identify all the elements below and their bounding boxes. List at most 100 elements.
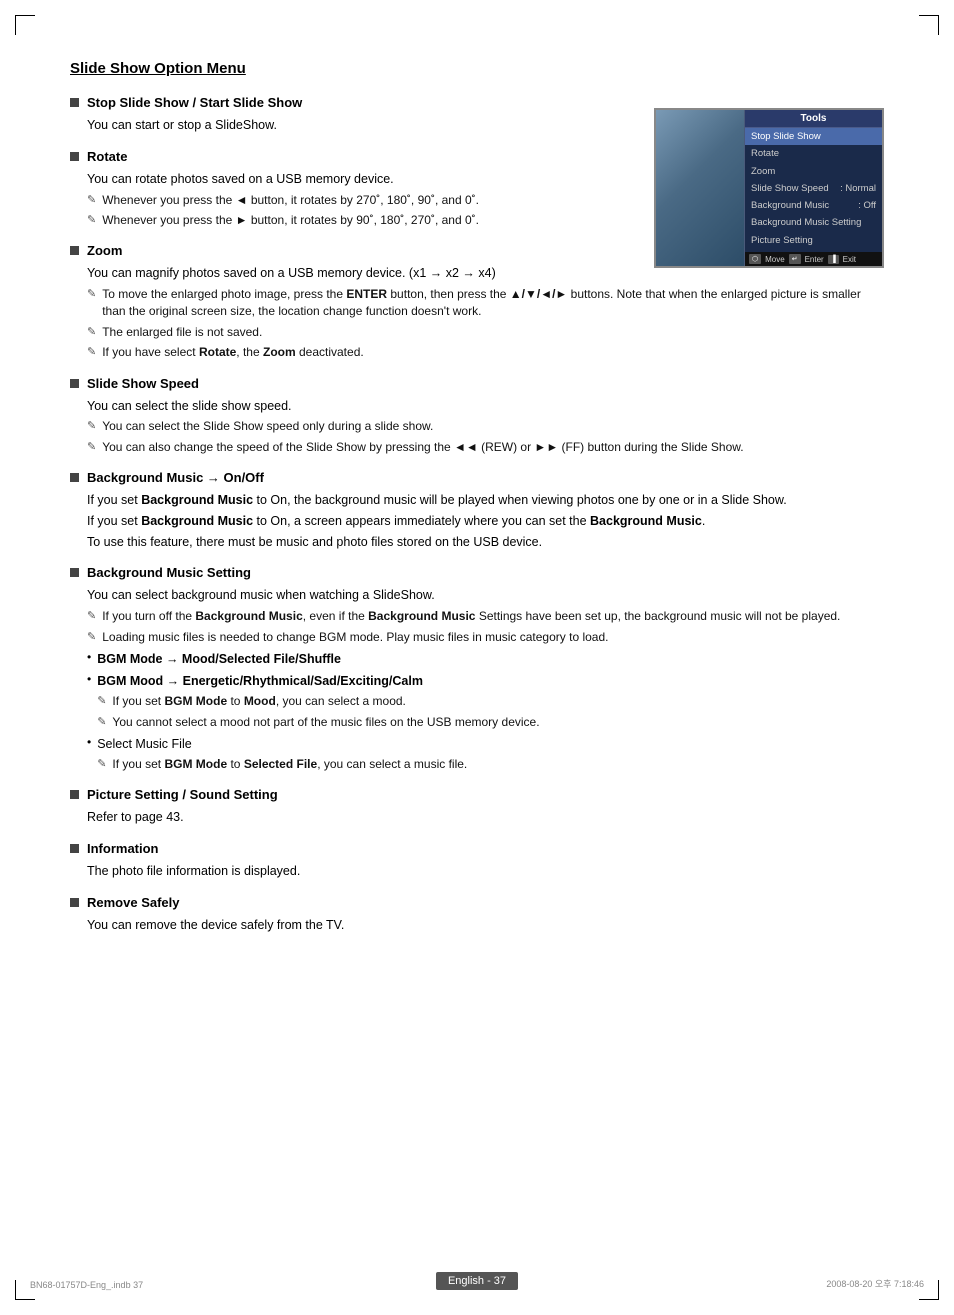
note-icon: ✎ xyxy=(87,213,96,226)
note-item: ✎ If you have select Rotate, the Zoom dea… xyxy=(87,344,884,361)
bullet-main-text: BGM Mood → Energetic/Rhythmical/Sad/Exci… xyxy=(97,674,423,688)
menu-item-desc: To use this feature, there must be music… xyxy=(87,533,884,552)
corner-mark-tl xyxy=(15,15,35,35)
menu-item-slide-show-speed: Slide Show Speed You can select the slide… xyxy=(70,376,884,457)
menu-item-header: Remove Safely xyxy=(70,895,884,910)
menu-item-header: Slide Show Speed xyxy=(70,376,884,391)
menu-item-remove-safely: Remove Safely You can remove the device s… xyxy=(70,895,884,935)
page-number: English - 37 xyxy=(436,1272,518,1290)
note-text: If you turn off the Background Music, ev… xyxy=(102,608,840,625)
note-text: The enlarged file is not saved. xyxy=(102,324,262,341)
menu-item-title: Remove Safely xyxy=(87,895,180,910)
note-icon: ✎ xyxy=(87,630,96,643)
menu-item-background-music-setting: Background Music Setting You can select b… xyxy=(70,565,884,773)
bullet-dot-item: • BGM Mode → Mood/Selected File/Shuffle xyxy=(87,650,884,668)
tools-panel-title: Tools xyxy=(745,110,882,128)
sub-note-item: ✎ If you set BGM Mode to Mood, you can se… xyxy=(97,693,539,710)
bullet-main-text: Select Music File xyxy=(97,737,191,751)
menu-item-desc: You can select background music when wat… xyxy=(87,586,884,605)
bullet-dot-mark: • xyxy=(87,672,91,686)
menu-item-desc: If you set Background Music to On, the b… xyxy=(87,491,884,510)
bullet-square-icon xyxy=(70,473,79,482)
note-text: Whenever you press the ◄ button, it rota… xyxy=(102,192,479,209)
note-icon: ✎ xyxy=(87,287,96,300)
bullet-dot-item: • BGM Mood → Energetic/Rhythmical/Sad/Exc… xyxy=(87,672,884,731)
menu-item-title: Stop Slide Show / Start Slide Show xyxy=(87,95,302,110)
bullet-square-icon xyxy=(70,898,79,907)
nav-move-label: Move xyxy=(765,255,785,264)
sub-note-icon: ✎ xyxy=(97,715,106,728)
footer-right: 2008-08-20 오후 7:18:46 xyxy=(826,1277,924,1290)
tools-menu-item: Stop Slide Show xyxy=(745,128,882,145)
menu-item-desc: You can remove the device safely from th… xyxy=(87,916,884,935)
menu-item-header: Background Music → On/Off xyxy=(70,470,884,485)
bullet-main-text: BGM Mode → Mood/Selected File/Shuffle xyxy=(97,652,341,666)
tools-menu-item: Slide Show Speed: Normal xyxy=(745,180,882,197)
sub-note-icon: ✎ xyxy=(97,694,106,707)
tools-menu-item: Zoom xyxy=(745,163,882,180)
nav-exit-icon: ▐ xyxy=(828,255,839,264)
bullet-dot-text: Select Music File ✎ If you set BGM Mode to… xyxy=(97,735,467,774)
menu-item-title: Slide Show Speed xyxy=(87,376,199,391)
sub-note-item: ✎ You cannot select a mood not part of th… xyxy=(97,714,539,731)
bullet-dot-mark: • xyxy=(87,650,91,664)
bullet-dot-text: BGM Mode → Mood/Selected File/Shuffle xyxy=(97,650,341,668)
note-item: ✎You can also change the speed of the Sl… xyxy=(87,439,884,456)
menu-item-desc: If you set Background Music to On, a scr… xyxy=(87,512,884,531)
corner-mark-tr xyxy=(919,15,939,35)
note-item: ✎ The enlarged file is not saved. xyxy=(87,324,884,341)
note-text: To move the enlarged photo image, press … xyxy=(102,286,884,321)
note-text: Whenever you press the ► button, it rota… xyxy=(102,212,479,229)
menu-item-header: Picture Setting / Sound Setting xyxy=(70,787,884,802)
menu-item-header: Background Music Setting xyxy=(70,565,884,580)
page-footer: English - 37 xyxy=(0,1272,954,1290)
menu-item-title: Rotate xyxy=(87,149,127,164)
menu-item-title: Background Music Setting xyxy=(87,565,251,580)
sub-note-icon: ✎ xyxy=(97,757,106,770)
note-text: If you have select Rotate, the Zoom deac… xyxy=(102,344,363,361)
note-icon: ✎ xyxy=(87,345,96,358)
menu-item-title: Background Music → On/Off xyxy=(87,470,264,485)
menu-item-desc: The photo file information is displayed. xyxy=(87,862,884,881)
note-icon: ✎ xyxy=(87,609,96,622)
page-title: Slide Show Option Menu xyxy=(70,60,884,77)
nav-exit-label: Exit xyxy=(843,255,856,264)
bullet-square-icon xyxy=(70,98,79,107)
note-icon: ✎ xyxy=(87,419,96,432)
nav-enter-icon: ↵ xyxy=(789,254,801,264)
nav-move-icon: ⬡ xyxy=(749,254,761,264)
tv-menu-panel: Tools Stop Slide ShowRotateZoomSlide Sho… xyxy=(654,108,884,268)
note-icon: ✎ xyxy=(87,440,96,453)
note-item: ✎ If you turn off the Background Music, e… xyxy=(87,608,884,625)
bullet-square-icon xyxy=(70,152,79,161)
bullet-square-icon xyxy=(70,379,79,388)
menu-item-desc: Refer to page 43. xyxy=(87,808,884,827)
bullet-square-icon xyxy=(70,246,79,255)
note-text: You can select the Slide Show speed only… xyxy=(102,418,433,435)
note-icon: ✎ xyxy=(87,325,96,338)
tv-screen: Tools Stop Slide ShowRotateZoomSlide Sho… xyxy=(654,108,884,268)
note-item: ✎ Loading music files is needed to change… xyxy=(87,629,884,646)
menu-item-desc: You can select the slide show speed. xyxy=(87,397,884,416)
bullet-square-icon xyxy=(70,568,79,577)
tv-background-image xyxy=(656,110,756,266)
sub-note-text: If you set BGM Mode to Mood, you can sel… xyxy=(112,693,405,710)
bullet-dot-mark: • xyxy=(87,735,91,749)
tools-menu-item: Information xyxy=(745,266,882,268)
sub-note-text: You cannot select a mood not part of the… xyxy=(112,714,539,731)
menu-item-title: Picture Setting / Sound Setting xyxy=(87,787,278,802)
menu-item-information: Information The photo file information is… xyxy=(70,841,884,881)
tools-menu-item: Background Music: Off xyxy=(745,197,882,214)
menu-item-background-music: Background Music → On/Off If you set Back… xyxy=(70,470,884,551)
note-text: Loading music files is needed to change … xyxy=(102,629,608,646)
bullet-square-icon xyxy=(70,790,79,799)
nav-enter-label: Enter xyxy=(805,255,824,264)
page-container: Slide Show Option Menu Tools Stop Slide … xyxy=(0,0,954,1315)
sub-note-text: If you set BGM Mode to Selected File, yo… xyxy=(112,756,467,773)
menu-item-picture-sound-setting: Picture Setting / Sound Setting Refer to … xyxy=(70,787,884,827)
menu-item-title: Information xyxy=(87,841,159,856)
tools-menu-item: Rotate xyxy=(745,145,882,162)
tools-panel: Tools Stop Slide ShowRotateZoomSlide Sho… xyxy=(744,110,882,266)
menu-item-header: Information xyxy=(70,841,884,856)
bullet-square-icon xyxy=(70,844,79,853)
